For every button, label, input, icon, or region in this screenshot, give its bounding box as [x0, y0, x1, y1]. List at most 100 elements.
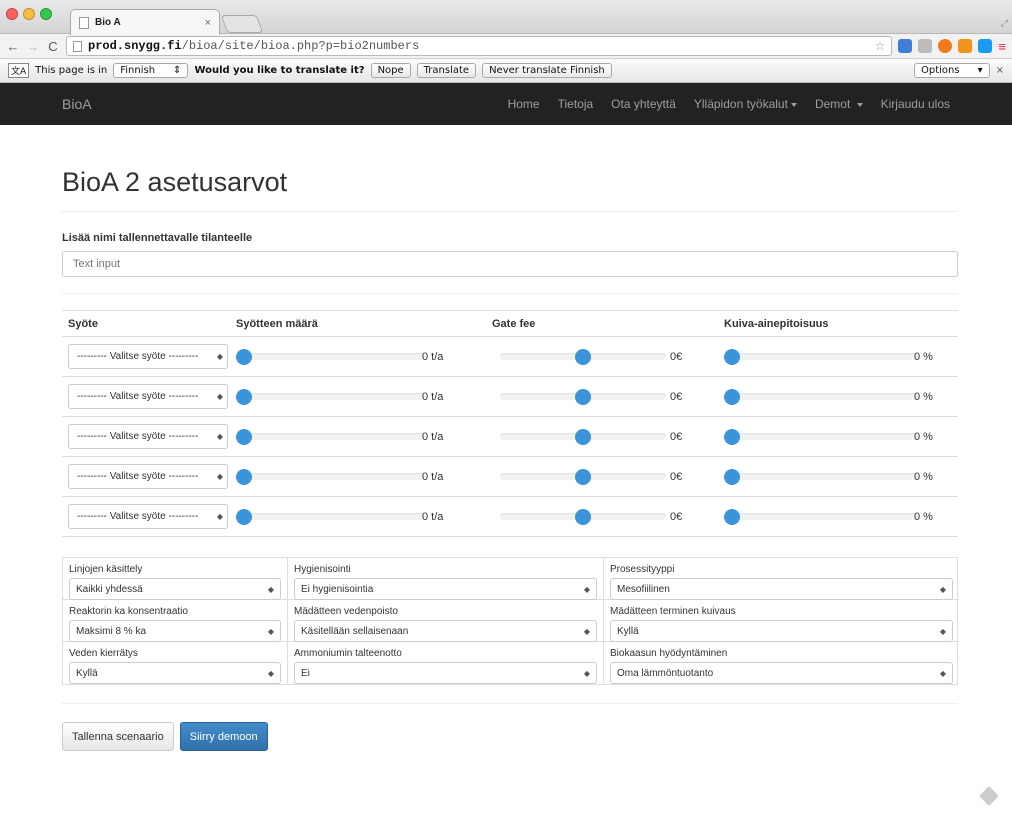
zoom-window-button[interactable]	[40, 8, 52, 20]
slider-thumb[interactable]	[724, 348, 740, 365]
slider[interactable]: 0€	[492, 427, 708, 447]
slider[interactable]: 0 %	[724, 347, 960, 367]
slider-thumb[interactable]	[575, 468, 591, 485]
slider-thumb[interactable]	[724, 468, 740, 485]
slider-track[interactable]	[244, 433, 424, 440]
slider[interactable]: 0€	[492, 347, 708, 367]
translate-button[interactable]: Translate	[416, 63, 477, 78]
slider[interactable]: 0 t/a	[236, 467, 466, 487]
window-controls	[6, 8, 52, 20]
nav-demot[interactable]: Demot	[815, 97, 863, 111]
feed-select[interactable]: --------- Valitse syöte --------- ◆	[68, 384, 228, 409]
slider[interactable]: 0 %	[724, 507, 960, 527]
slider-track[interactable]	[732, 473, 918, 480]
feed-select[interactable]: --------- Valitse syöte --------- ◆	[68, 424, 228, 449]
option-select[interactable]: Kyllä ◆	[69, 662, 281, 684]
option-select[interactable]: Käsitellään sellaisenaan ◆	[294, 620, 597, 642]
slider[interactable]: 0 t/a	[236, 507, 466, 527]
slider-track[interactable]	[732, 513, 918, 520]
slider-track[interactable]	[244, 393, 424, 400]
option-select[interactable]: Maksimi 8 % ka ◆	[69, 620, 281, 642]
scenario-name-input[interactable]	[62, 251, 958, 277]
slider-thumb[interactable]	[724, 428, 740, 445]
nav-logout[interactable]: Kirjaudu ulos	[881, 97, 950, 111]
forward-icon[interactable]: →	[26, 39, 40, 54]
feed-select[interactable]: --------- Valitse syöte --------- ◆	[68, 344, 228, 369]
minimize-window-button[interactable]	[23, 8, 35, 20]
chevron-down-icon: ▾	[977, 65, 983, 76]
menu-icon[interactable]: ≡	[998, 39, 1006, 54]
extension-icon[interactable]	[938, 39, 953, 53]
slider[interactable]: 0 %	[724, 427, 960, 447]
slider[interactable]: 0 %	[724, 387, 960, 407]
option-label: Linjojen käsittely	[69, 564, 143, 575]
slider[interactable]: 0€	[492, 467, 708, 487]
option-select[interactable]: Mesofiilinen ◆	[610, 578, 953, 600]
extension-icon[interactable]	[958, 39, 973, 53]
nope-button[interactable]: Nope	[370, 63, 411, 78]
slider-thumb[interactable]	[575, 388, 591, 405]
extension-icon[interactable]	[978, 39, 993, 53]
slider-thumb[interactable]	[575, 508, 591, 525]
slider-thumb[interactable]	[236, 468, 252, 485]
slider-track[interactable]	[732, 433, 918, 440]
close-translate-icon[interactable]: ×	[996, 65, 1004, 76]
close-window-button[interactable]	[6, 8, 18, 20]
extension-icon[interactable]	[898, 39, 913, 53]
address-input[interactable]: prod.snygg.fi/bioa/site/bioa.php?p=bio2n…	[66, 36, 893, 56]
slider-value: 0 t/a	[422, 350, 444, 363]
reload-icon[interactable]: C	[46, 39, 60, 54]
new-tab-button[interactable]	[220, 15, 264, 33]
back-icon[interactable]: ←	[6, 39, 20, 54]
brand-link[interactable]: BioA	[62, 96, 92, 112]
option-label: Biokaasun hyödyntäminen	[610, 648, 728, 659]
extension-icon[interactable]	[918, 39, 933, 53]
go-demo-button[interactable]: Siirry demoon	[179, 722, 268, 751]
slider-track[interactable]	[244, 473, 424, 480]
slider[interactable]: 0€	[492, 507, 708, 527]
slider-track[interactable]	[732, 353, 918, 360]
translate-icon: 文A	[8, 63, 30, 78]
slider[interactable]: 0 t/a	[236, 387, 466, 407]
slider-value: 0 t/a	[422, 470, 444, 483]
nav-demot-label: Demot	[814, 97, 851, 111]
slider[interactable]: 0€	[492, 387, 708, 407]
slider-track[interactable]	[244, 513, 424, 520]
options-select[interactable]: Options ▾	[913, 63, 990, 78]
options-grid: Linjojen käsittely Kaikki yhdessä ◆ Hygien…	[62, 557, 959, 685]
slider-thumb[interactable]	[724, 508, 740, 525]
option-select[interactable]: Oma lämmöntuotanto ◆	[610, 662, 953, 684]
language-select[interactable]: Finnish ⇕	[113, 63, 189, 78]
bookmark-star-icon[interactable]: ☆	[875, 39, 886, 53]
chevron-updown-icon: ◆	[216, 392, 223, 401]
slider-track[interactable]	[244, 353, 424, 360]
never-translate-button[interactable]: Never translate Finnish	[482, 63, 612, 78]
slider[interactable]: 0 t/a	[236, 347, 466, 367]
nav-home[interactable]: Home	[508, 97, 540, 111]
slider-thumb[interactable]	[236, 388, 252, 405]
option-select[interactable]: Kaikki yhdessä ◆	[69, 578, 281, 600]
translate-bar: 文A This page is in Finnish ⇕ Would you li…	[0, 59, 1012, 83]
slider-thumb[interactable]	[575, 348, 591, 365]
slider-thumb[interactable]	[575, 428, 591, 445]
option-select[interactable]: Ei ◆	[294, 662, 597, 684]
option-select[interactable]: Ei hygienisointia ◆	[294, 578, 597, 600]
slider-track[interactable]	[732, 393, 918, 400]
slider-thumb[interactable]	[236, 428, 252, 445]
nav-yllapidon-tyokalut[interactable]: Ylläpidon työkalut	[694, 97, 797, 111]
nav-tietoja[interactable]: Tietoja	[558, 97, 594, 111]
slider[interactable]: 0 %	[724, 467, 960, 487]
option-select[interactable]: Kyllä ◆	[610, 620, 953, 642]
resize-handle-icon[interactable]	[979, 786, 999, 806]
slider-thumb[interactable]	[236, 508, 252, 525]
fullscreen-icon[interactable]: ⤢	[1001, 18, 1008, 29]
slider[interactable]: 0 t/a	[236, 427, 466, 447]
slider-thumb[interactable]	[724, 388, 740, 405]
tab-close-icon[interactable]: ×	[205, 17, 211, 29]
nav-ota-yhteytta[interactable]: Ota yhteyttä	[611, 97, 676, 111]
slider-thumb[interactable]	[236, 348, 252, 365]
feed-select[interactable]: --------- Valitse syöte --------- ◆	[68, 464, 228, 489]
feed-select[interactable]: --------- Valitse syöte --------- ◆	[68, 504, 228, 529]
browser-tab[interactable]: Bio A ×	[70, 9, 220, 35]
save-scenario-button[interactable]: Tallenna scenaario	[62, 722, 174, 751]
